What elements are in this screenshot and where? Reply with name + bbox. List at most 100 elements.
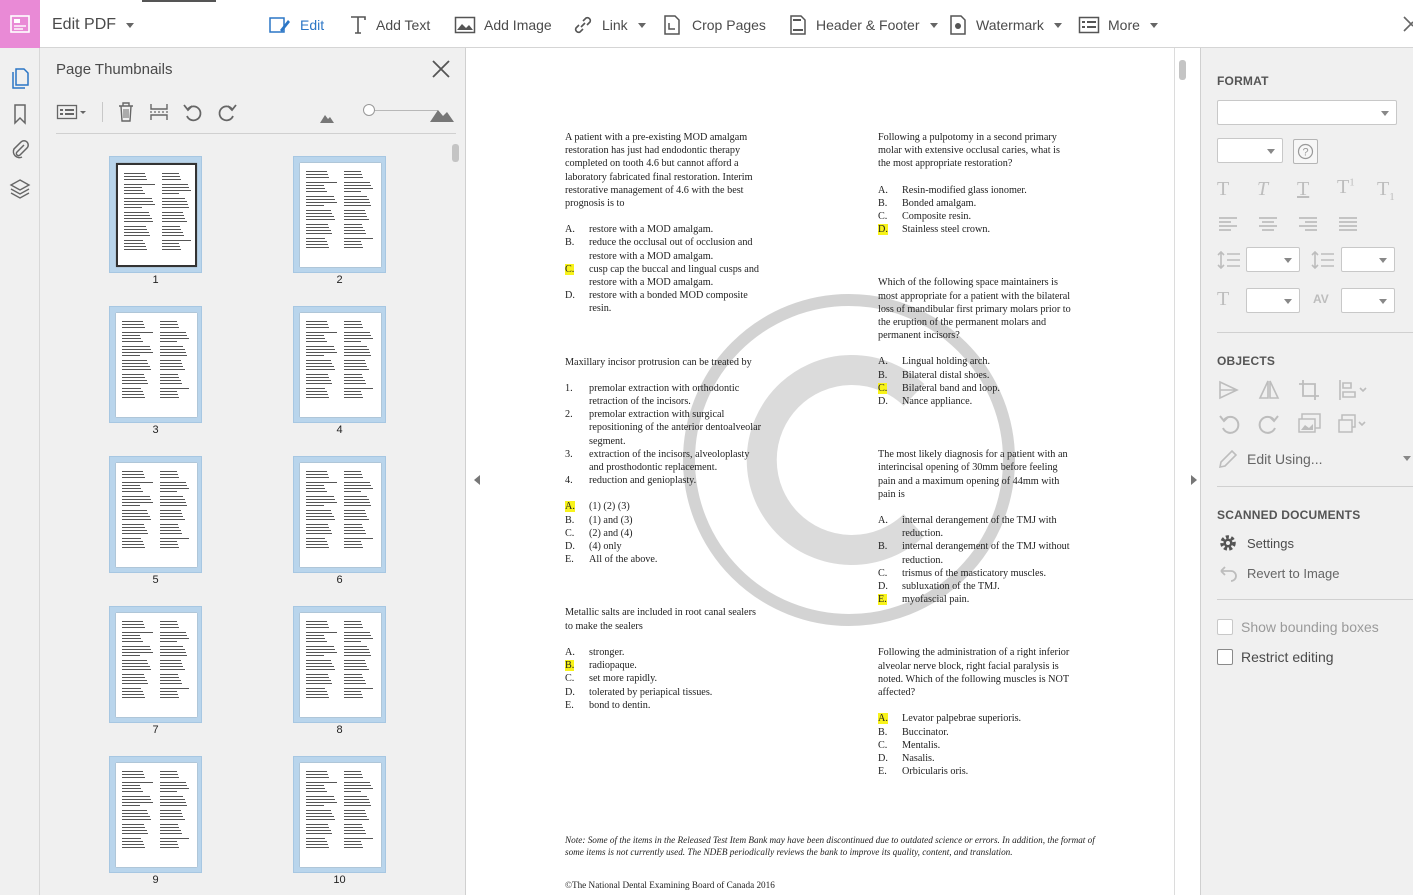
thumbnail-text-line [306,641,327,642]
align-right-icon[interactable] [1297,216,1319,232]
thumbnail-text-line [306,338,326,339]
edit-using-dropdown[interactable]: Edit Using... [1217,448,1322,470]
paragraph-spacing-select[interactable] [1341,247,1395,272]
thumbnail-text-line [306,530,331,531]
subscript-icon[interactable]: T1 [1377,178,1395,203]
revert-to-image-button[interactable]: Revert to Image [1217,564,1340,582]
character-spacing-select[interactable] [1341,288,1395,313]
thumbnail-text-line [306,827,330,828]
show-bounding-boxes-checkbox[interactable] [1217,619,1233,635]
thumbnail-text-line [122,366,150,367]
add-text-label: Add Text [376,17,431,33]
underline-icon[interactable]: T [1297,178,1309,201]
thumbnail-page-preview [300,763,381,867]
thumbnail-text-line [306,327,330,328]
extract-page-icon[interactable] [148,100,170,124]
align-left-icon[interactable] [1217,216,1239,232]
rotate-counterclockwise-icon[interactable] [182,100,204,124]
line-spacing-select[interactable] [1246,247,1300,272]
crop-pages-button[interactable]: Crop Pages [662,12,766,38]
document-scrollbar[interactable] [1179,60,1186,80]
document-view[interactable]: A patient with a pre-existing MOD amalga… [465,48,1201,895]
page-thumbnail[interactable]: 2 [293,156,386,301]
close-icon[interactable] [430,58,452,80]
thumbnail-text-line [344,374,362,375]
collapse-right-panel-icon[interactable] [1191,475,1197,485]
character-spacing-icon[interactable]: AV [1313,292,1329,306]
page-thumbnail[interactable]: 7 [109,606,202,751]
settings-button[interactable]: Settings [1217,532,1294,554]
thumbnail-text-line [124,201,154,202]
pdf-page[interactable]: A patient with a pre-existing MOD amalga… [484,48,1174,895]
thumbnail-text-line [122,669,152,670]
add-text-button[interactable]: Add Text [348,12,430,38]
zoom-in-mountain-icon[interactable] [430,102,454,126]
add-image-button[interactable]: Add Image [454,12,552,38]
replace-image-icon[interactable] [1297,412,1323,436]
justify-icon[interactable] [1337,216,1359,232]
acrobat-edit-pdf-window: Edit PDF Edit Add Text Add Image Link Cr… [0,0,1413,895]
page-thumbnail[interactable]: 3 [109,306,202,451]
zoom-out-mountain-icon[interactable] [320,106,334,130]
horizontal-scaling-select[interactable] [1246,288,1300,313]
answer-option: A. internal derangement of the TMJ with r… [878,514,1118,540]
edit-button[interactable]: Edit [268,12,324,38]
delete-page-icon[interactable] [116,100,136,124]
bookmark-icon[interactable] [8,102,32,126]
align-center-icon[interactable] [1257,216,1279,232]
answer-option: A. Resin-modified glass ionomer. [878,184,1118,197]
italic-icon[interactable]: T [1257,178,1268,201]
page-thumbnail[interactable]: 5 [109,456,202,601]
paragraph-spacing-icon[interactable] [1311,250,1335,270]
thumbnail-size-slider[interactable] [364,110,438,111]
thumbnail-text-line [306,838,326,839]
rotate-object-counterclockwise-icon[interactable] [1217,412,1241,436]
page-thumbnail[interactable]: 8 [293,606,386,751]
header-footer-button[interactable]: Header & Footer [788,12,938,38]
attachment-icon[interactable] [8,138,32,162]
collapse-left-panel-icon[interactable] [474,475,480,485]
page-thumbnail[interactable]: 1 [109,156,202,301]
thumbnail-text-line [344,477,364,478]
superscript-icon[interactable]: T1 [1337,176,1355,199]
rotate-clockwise-icon[interactable] [216,100,238,124]
watermark-button[interactable]: Watermark [948,12,1062,38]
align-objects-icon[interactable] [1337,378,1367,402]
flip-vertical-icon[interactable] [1257,378,1281,402]
link-button[interactable]: Link [572,12,646,38]
edit-pdf-tool-icon[interactable] [0,0,40,48]
horizontal-scaling-icon[interactable]: T [1217,288,1229,311]
page-thumbnail[interactable]: 6 [293,456,386,601]
restrict-editing-option[interactable]: Restrict editing [1217,649,1334,665]
font-size-select[interactable] [1217,138,1283,163]
font-color-help-icon[interactable]: ? [1293,139,1318,164]
layers-icon[interactable] [8,176,32,200]
flip-horizontal-icon[interactable] [1217,378,1241,402]
page-thumbnail[interactable]: 9 [109,756,202,895]
page-thumbnail[interactable]: 10 [293,756,386,895]
font-family-select[interactable] [1217,100,1397,125]
thumbnail-text-line [306,799,336,800]
bullet-list-icon[interactable]: T [1217,178,1229,201]
show-bounding-boxes-option[interactable]: Show bounding boxes [1217,619,1379,635]
thumbnail-page-preview [116,613,197,717]
thumbnail-text-line [306,688,326,689]
page-thumbnail[interactable]: 4 [293,306,386,451]
tool-name-dropdown[interactable]: Edit PDF [52,16,135,34]
thumbnail-text-line [306,796,334,797]
rotate-object-clockwise-icon[interactable] [1257,412,1281,436]
thumbnails-scrollbar[interactable] [452,144,459,162]
restrict-editing-checkbox[interactable] [1217,649,1233,665]
line-spacing-icon[interactable] [1217,250,1241,270]
more-button[interactable]: More [1078,12,1158,38]
arrange-objects-icon[interactable] [1337,412,1367,436]
option-letter: C. [565,672,589,685]
option-letter: 4. [565,474,589,487]
close-tool-icon[interactable] [1403,16,1413,37]
crop-icon[interactable] [1297,378,1321,402]
options-menu-icon[interactable] [56,100,88,124]
thumbnail-size-slider-handle[interactable] [363,104,375,116]
thumbnail-text-line [122,816,150,817]
page-thumbnails-icon[interactable] [8,66,32,90]
thumbnail-text-line [160,363,182,364]
